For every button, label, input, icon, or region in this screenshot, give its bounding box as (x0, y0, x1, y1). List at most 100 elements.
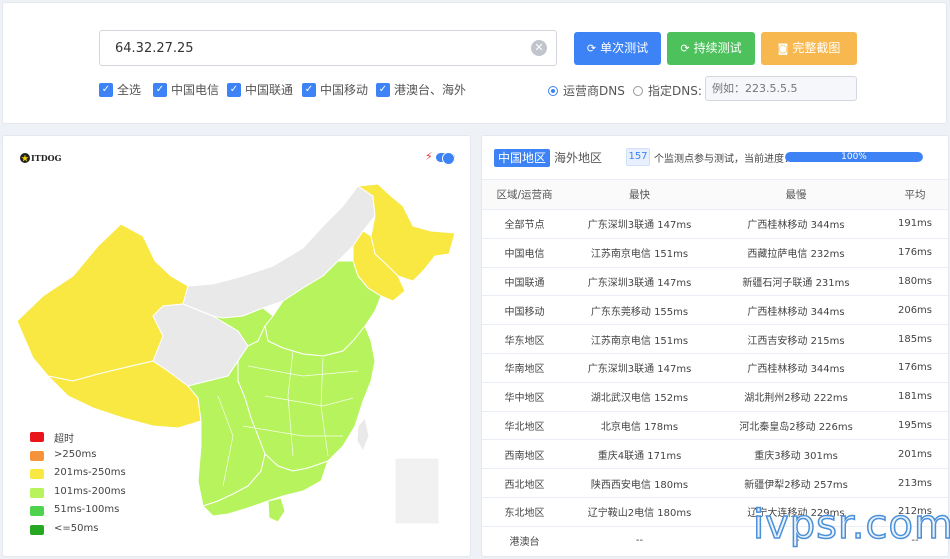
table-cell: 广东深圳3联通 147ms (567, 352, 712, 383)
custom-dns-input[interactable] (705, 76, 857, 101)
table-cell: 176ms (880, 352, 948, 383)
table-cell: 181ms (880, 381, 948, 412)
progress-caption: 个监测点参与测试，当前进度： (654, 154, 794, 165)
table-cell: 全部节点 (482, 209, 567, 239)
table-cell: 东北地区 (482, 496, 567, 527)
table-row: 西北地区 陕西西安电信 180ms 新疆伊犁2移动 257ms 213ms (482, 468, 948, 498)
watermark: ivpsr.com (752, 501, 950, 549)
refresh-icon: ⟳ (586, 42, 597, 55)
table-row: 中国电信 江苏南京电信 151ms 西藏拉萨电信 232ms 176ms (482, 237, 948, 268)
table-cell: 江西吉安移动 215ms (712, 324, 880, 354)
legend-swatch (30, 432, 44, 442)
itdog-logo-icon: ★ (20, 153, 30, 163)
column-header: 平均 (880, 179, 948, 210)
table-cell: 重庆3移动 301ms (712, 439, 880, 469)
column-header: 最快 (567, 179, 712, 210)
results-table: 区域/运营商 最快 最慢 平均 全部节点 广东深圳3联通 147ms 广西桂林移动 … (482, 179, 948, 556)
table-cell: 195ms (880, 410, 948, 440)
tab-overseas[interactable]: 海外地区 (550, 149, 606, 167)
radio-dot (548, 85, 558, 96)
table-row: 西南地区 重庆4联通 171ms 重庆3移动 301ms 201ms (482, 439, 948, 469)
table-row: 华中地区 湖北武汉电信 152ms 湖北荆州2移动 222ms 181ms (482, 381, 948, 412)
checkbox-overseas[interactable]: ✓ 港澳台、海外 (376, 81, 466, 97)
region-taiwan (356, 417, 370, 452)
table-row: 华南地区 广东深圳3联通 147ms 广西桂林移动 344ms 176ms (482, 352, 948, 383)
table-cell: 176ms (880, 237, 948, 268)
check-icon: ✓ (227, 82, 241, 97)
table-row: 中国移动 广东东莞移动 155ms 广西桂林移动 344ms 206ms (482, 295, 948, 325)
table-cell: 港澳台 (482, 525, 567, 556)
radio-custom-dns[interactable]: 指定DNS: (633, 82, 702, 98)
test-control-panel: ✕ ⟳单次测试 ⟳持续测试 ◙完整截图 ✓全选 ✓中国电信 ✓中国联通 ✓中国移… (2, 2, 947, 124)
table-cell: 江苏南京电信 151ms (567, 237, 712, 268)
table-row: 全部节点 广东深圳3联通 147ms 广西桂林移动 344ms 191ms (482, 209, 948, 239)
checkbox-unicom[interactable]: ✓ 中国联通 (227, 81, 293, 97)
table-cell: 西藏拉萨电信 232ms (712, 237, 880, 268)
table-cell: 北京电信 178ms (567, 410, 712, 440)
table-cell: 广东深圳3联通 147ms (567, 266, 712, 296)
table-cell: 中国电信 (482, 237, 567, 268)
table-cell: 180ms (880, 266, 948, 296)
region-south-sea-inset (394, 457, 440, 525)
column-header: 区域/运营商 (482, 179, 567, 210)
lightning-icon: ⚡ (425, 150, 433, 163)
region-hainan (267, 497, 286, 523)
full-screenshot-button[interactable]: ◙ 完整截图 (761, 32, 857, 65)
table-cell: -- (567, 525, 712, 556)
checkbox-telecom[interactable]: ✓ 中国电信 (153, 81, 219, 97)
tab-china[interactable]: 中国地区 (494, 149, 551, 167)
table-cell: 新疆伊犁2移动 257ms (712, 468, 880, 498)
progress-bar: 100% (785, 152, 923, 162)
table-row: 中国联通 广东深圳3联通 147ms 新疆石河子联通 231ms 180ms (482, 266, 948, 296)
ip-input-wrapper: ✕ (99, 30, 557, 66)
legend-swatch (30, 487, 44, 498)
legend-swatch (30, 469, 44, 479)
table-cell: 广东深圳3联通 147ms (567, 209, 712, 239)
table-cell: 广西桂林移动 344ms (712, 209, 880, 239)
check-icon: ✓ (153, 82, 167, 97)
table-cell: 重庆4联通 171ms (567, 439, 712, 469)
table-cell: 西南地区 (482, 439, 567, 469)
table-cell: 广西桂林移动 344ms (712, 295, 880, 325)
continuous-test-button[interactable]: ⟳ 持续测试 (667, 32, 755, 65)
table-cell: 201ms (880, 439, 948, 469)
clear-circle-icon[interactable]: ✕ (531, 40, 547, 56)
check-icon: ✓ (302, 82, 316, 97)
legend-swatch (30, 506, 44, 516)
table-cell: 213ms (880, 468, 948, 498)
checkbox-mobile[interactable]: ✓ 中国移动 (302, 81, 368, 97)
column-header: 最慢 (712, 179, 880, 210)
check-icon: ✓ (376, 82, 390, 97)
table-header-row: 区域/运营商 最快 最慢 平均 (482, 179, 948, 210)
map-toggle-switch[interactable] (436, 152, 455, 165)
table-cell: 西北地区 (482, 468, 567, 498)
table-cell: 广东东莞移动 155ms (567, 295, 712, 325)
table-cell: 华中地区 (482, 381, 567, 412)
ip-input[interactable] (100, 31, 520, 65)
refresh-icon: ⟳ (680, 42, 690, 55)
table-cell: 新疆石河子联通 231ms (712, 266, 880, 296)
check-icon: ✓ (99, 82, 113, 97)
camera-icon: ◙ (777, 42, 789, 55)
legend-swatch (30, 524, 44, 535)
table-cell: 华北地区 (482, 410, 567, 440)
itdog-logo: ★ ITDOG (20, 153, 62, 163)
table-cell: 华东地区 (482, 324, 567, 354)
table-row: 华北地区 北京电信 178ms 河北秦皇岛2移动 226ms 195ms (482, 410, 948, 440)
progress-label: 100% (841, 152, 867, 162)
table-cell: 河北秦皇岛2移动 226ms (712, 410, 880, 440)
results-panel: 中国地区 海外地区 157 个监测点参与测试，当前进度： 100% 区域/运营商… (481, 135, 949, 557)
checkbox-select-all[interactable]: ✓ 全选 (99, 81, 141, 97)
radio-dot (633, 85, 643, 96)
radio-operator-dns[interactable]: 运营商DNS (548, 82, 625, 98)
table-cell: 湖北武汉电信 152ms (567, 381, 712, 412)
table-cell: 206ms (880, 295, 948, 325)
table-cell: 华南地区 (482, 352, 567, 383)
monitor-count-badge: 157 (626, 148, 650, 166)
single-test-button[interactable]: ⟳ 单次测试 (574, 32, 661, 65)
table-cell: 191ms (880, 209, 948, 239)
table-cell: 辽宁鞍山2电信 180ms (567, 496, 712, 527)
table-cell: 185ms (880, 324, 948, 354)
table-cell: 湖北荆州2移动 222ms (712, 381, 880, 412)
latency-map-panel: ★ ITDOG ⚡ 超时 >250ms 201ms-250ms 101ms-200… (2, 135, 471, 557)
